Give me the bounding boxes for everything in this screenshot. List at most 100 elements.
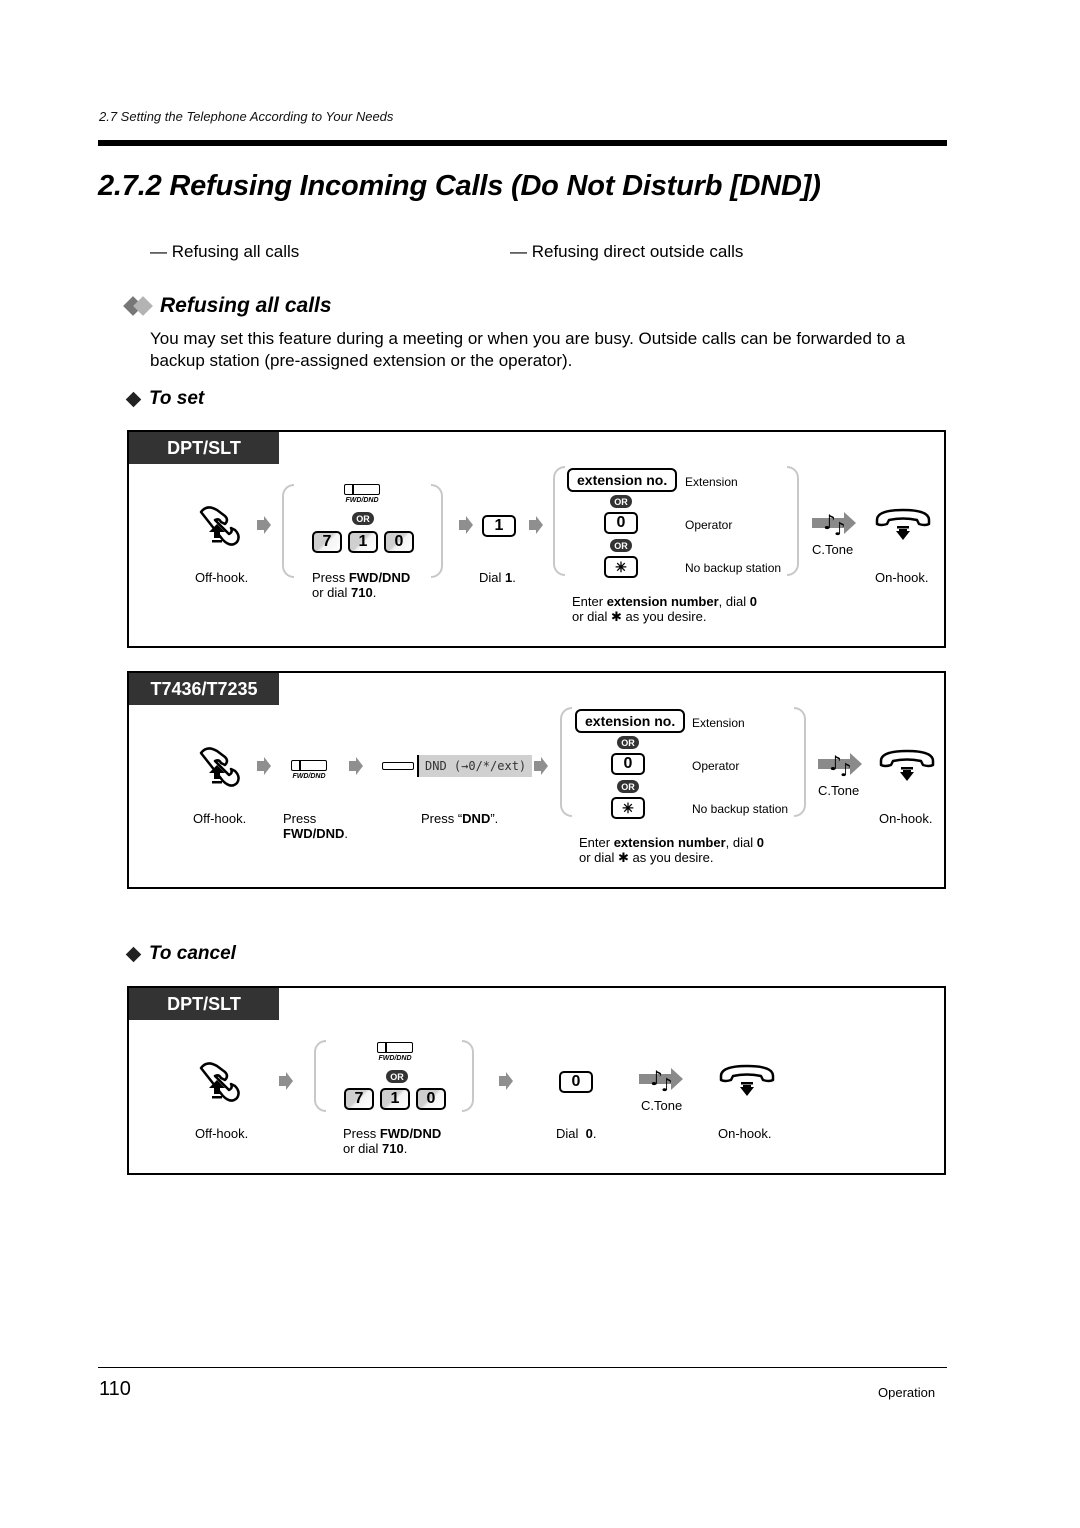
step-offhook-label: Off-hook. — [193, 811, 247, 826]
step-press-fwd-label: Press FWD/DND or dial 710. — [312, 570, 411, 600]
paren-left — [560, 707, 572, 817]
ctone-label: C.Tone — [812, 542, 854, 557]
option-operator-label: Operator — [685, 518, 733, 532]
off-hook-icon — [199, 506, 240, 546]
option-extension-label: Extension — [685, 475, 738, 489]
footer-rule — [98, 1367, 947, 1368]
lcd-display-dnd[interactable]: DND (→0/*/ext) — [417, 755, 533, 777]
or-badge: OR — [352, 512, 374, 525]
extension-no-key[interactable]: extension no. — [575, 709, 686, 733]
section-title: Refusing all calls — [160, 294, 332, 317]
option-extension-label: Extension — [692, 716, 745, 730]
diamond-icon — [125, 391, 142, 407]
key-1[interactable]: 1 — [348, 531, 378, 553]
confirmation-tone-icon — [639, 1068, 683, 1094]
arrow-icon — [349, 757, 363, 775]
arrow-icon — [534, 757, 548, 775]
on-hook-icon — [719, 1064, 775, 1098]
step-offhook-label: Off-hook. — [195, 1126, 249, 1141]
step-enter-extension-label: Enter extension number, dial 0 or dial ✱… — [579, 835, 764, 865]
double-diamond-icon — [123, 296, 153, 316]
paren-right — [431, 484, 443, 578]
paren-left — [314, 1040, 326, 1112]
extension-no-key[interactable]: extension no. — [567, 468, 678, 492]
page-number: 110 — [99, 1378, 131, 1400]
key-0-dial[interactable]: 0 — [559, 1071, 593, 1093]
to-cancel-heading: To cancel — [125, 943, 236, 965]
step-enter-extension-label: Enter extension number, dial 0 or dial ✱… — [572, 594, 757, 624]
key-1[interactable]: 1 — [380, 1088, 410, 1110]
panel-tab: T7436/T7235 — [129, 673, 279, 705]
fwd-dnd-caption: FWD/DND — [292, 773, 326, 780]
fwd-dnd-caption: FWD/DND — [345, 497, 379, 504]
panel-tab: DPT/SLT — [129, 988, 279, 1020]
key-1-dial[interactable]: 1 — [482, 515, 516, 537]
step-onhook-label: On-hook. — [879, 811, 933, 826]
on-hook-icon — [879, 749, 935, 783]
step-onhook-label: On-hook. — [875, 570, 929, 585]
arrow-icon — [529, 516, 543, 534]
panel-tab: DPT/SLT — [129, 432, 279, 464]
fwd-dnd-button[interactable]: FWD/DND — [377, 1042, 413, 1062]
page-title: 2.7.2 Refusing Incoming Calls (Do Not Di… — [98, 170, 821, 202]
or-badge: OR — [610, 495, 632, 508]
off-hook-icon — [199, 747, 240, 787]
step-press-fwd-label: Press FWD/DND. — [283, 811, 349, 841]
on-hook-icon — [875, 508, 931, 542]
to-cancel-title: To cancel — [149, 943, 236, 964]
or-badge: OR — [386, 1070, 408, 1083]
option-operator-label: Operator — [692, 759, 740, 773]
fwd-dnd-caption: FWD/DND — [378, 1055, 412, 1062]
or-badge: OR — [617, 780, 639, 793]
diamond-icon — [125, 946, 142, 962]
step-press-fwd-label: Press FWD/DND or dial 710. — [343, 1126, 442, 1156]
key-0[interactable]: 0 — [416, 1088, 446, 1110]
key-0[interactable]: 0 — [384, 531, 414, 553]
fwd-dnd-button[interactable]: FWD/DND — [344, 484, 380, 504]
step-offhook-label: Off-hook. — [195, 570, 249, 585]
option-no-backup-label: No backup station — [685, 561, 782, 575]
step-dial1-label: Dial 1. — [479, 570, 516, 585]
arrow-icon — [459, 516, 473, 534]
soft-button[interactable] — [382, 762, 414, 770]
confirmation-tone-icon — [818, 753, 862, 779]
key-0-operator[interactable]: 0 — [611, 753, 645, 775]
paren-left — [282, 484, 294, 578]
paren-left — [553, 466, 565, 576]
ctone-label: C.Tone — [641, 1098, 683, 1113]
step-dial0-label: Dial 0. — [556, 1126, 597, 1141]
step-onhook-label: On-hook. — [718, 1126, 772, 1141]
step-press-dnd-label: Press “DND”. — [421, 811, 499, 826]
arrow-icon — [257, 516, 271, 534]
arrow-icon — [279, 1072, 293, 1090]
key-0-operator[interactable]: 0 — [604, 512, 638, 534]
arrow-icon — [499, 1072, 513, 1090]
ctone-label: C.Tone — [818, 783, 860, 798]
key-7[interactable]: 7 — [344, 1088, 374, 1110]
section-body: You may set this feature during a meetin… — [150, 329, 906, 370]
panel-t7436-t7235-set: T7436/T7235 FWD/DND DND (→0/*/ext) exten… — [127, 671, 946, 889]
or-badge: OR — [617, 736, 639, 749]
paren-right — [787, 466, 799, 576]
option-no-backup-label: No backup station — [692, 802, 789, 816]
paren-right — [462, 1040, 474, 1112]
header-rule — [98, 140, 947, 146]
off-hook-icon — [199, 1062, 240, 1102]
panel-dpt-slt-cancel: DPT/SLT FWD/DND OR 7 1 0 0 C.Tone Off-ho… — [127, 986, 946, 1175]
key-star[interactable]: ✳ — [611, 797, 645, 819]
toc-link-refusing-all-calls[interactable]: — Refusing all calls — [150, 242, 299, 262]
or-badge: OR — [610, 539, 632, 552]
toc-link-refusing-direct-outside-calls[interactable]: — Refusing direct outside calls — [510, 242, 743, 262]
section-heading: Refusing all calls — [123, 294, 332, 318]
key-7[interactable]: 7 — [312, 531, 342, 553]
paren-right — [794, 707, 806, 817]
panel-dpt-slt-set: DPT/SLT FWD/DND OR 7 1 0 1 extension no.… — [127, 430, 946, 648]
key-star[interactable]: ✳ — [604, 556, 638, 578]
footer-section: Operation — [878, 1385, 936, 1400]
to-set-title: To set — [149, 388, 205, 409]
arrow-icon — [257, 757, 271, 775]
fwd-dnd-button[interactable]: FWD/DND — [291, 760, 327, 780]
to-set-heading: To set — [125, 388, 205, 410]
confirmation-tone-icon — [812, 512, 856, 538]
running-head: 2.7 Setting the Telephone According to Y… — [99, 109, 394, 124]
